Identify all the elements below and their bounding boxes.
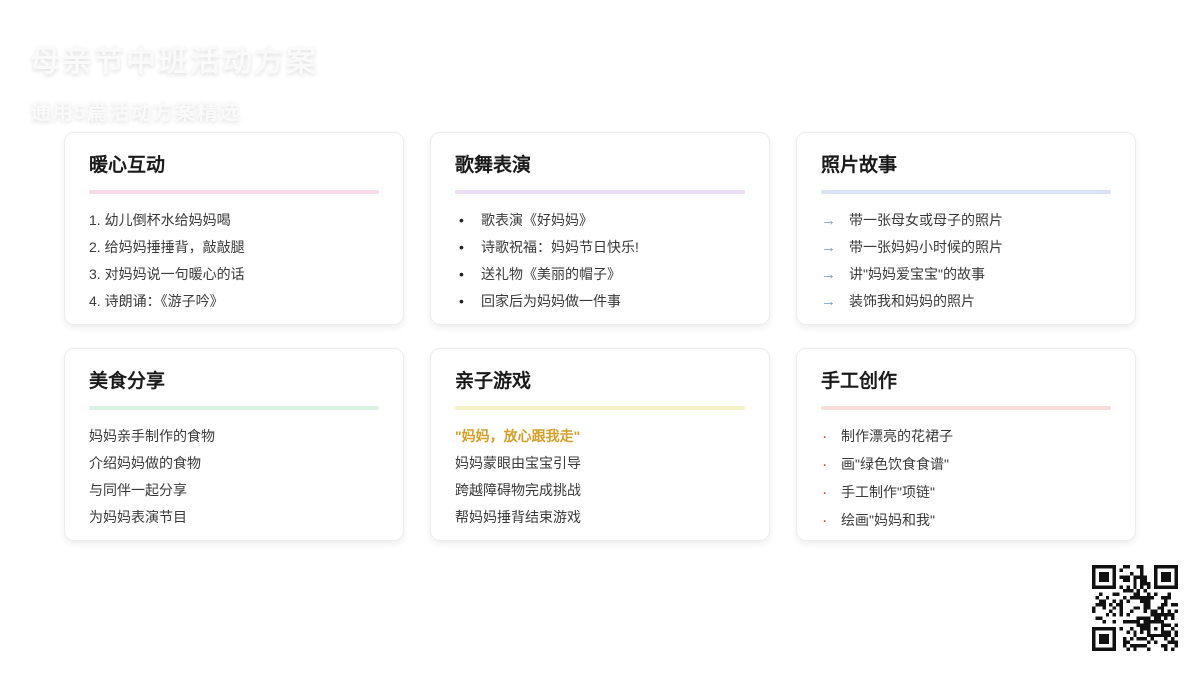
card-item: 妈妈亲手制作的食物 — [89, 423, 379, 450]
bullet-icon: · — [823, 514, 827, 528]
bullet-icon: · — [823, 486, 827, 500]
card-item-text: 画"绿色饮食食谱" — [841, 456, 949, 472]
card-item-text: 绘画"妈妈和我" — [841, 512, 935, 528]
card-item: 3. 对妈妈说一句暖心的话 — [89, 261, 379, 288]
card-item-text: 手工制作"项链" — [841, 484, 935, 500]
arrow-bullet-icon: → — [821, 212, 836, 229]
card-item-text: 跨越障碍物完成挑战 — [455, 482, 581, 498]
card-title: 暖心互动 — [89, 155, 166, 176]
card-item: → 讲"妈妈爱宝宝"的故事 — [821, 261, 1111, 288]
card-item: 介绍妈妈做的食物 — [89, 450, 379, 477]
arrow-bullet-icon: → — [821, 266, 836, 283]
card-accent-divider — [455, 190, 745, 194]
card-item: "妈妈，放心跟我走" — [455, 423, 745, 450]
card-item-text: 讲"妈妈爱宝宝"的故事 — [849, 266, 985, 282]
page-title: 母亲节中班活动方案 — [30, 45, 318, 78]
card-item: 妈妈蒙眼由宝宝引导 — [455, 450, 745, 477]
card-item: 与同伴一起分享 — [89, 477, 379, 504]
card-item-text: 妈妈蒙眼由宝宝引导 — [455, 455, 581, 471]
card-item-text: 带一张母女或母子的照片 — [849, 212, 1003, 228]
card-item-text: 回家后为妈妈做一件事 — [481, 293, 621, 309]
card-item-text: 诗歌祝福：妈妈节日快乐! — [481, 239, 639, 255]
card-item: · 手工制作"项链" — [821, 479, 1111, 507]
card-item: • 歌表演《好妈妈》 — [455, 207, 745, 234]
card-item-text: 带一张妈妈小时候的照片 — [849, 239, 1003, 255]
arrow-bullet-icon: → — [821, 293, 836, 310]
page-subtitle: 通用5篇活动方案精选 — [30, 101, 241, 124]
card-item-text: 为妈妈表演节目 — [89, 509, 187, 525]
card-photo-story: 照片故事 → 带一张母女或母子的照片 → 带一张妈妈小时候的照片 → 讲"妈妈爱宝宝"的故… — [796, 132, 1136, 325]
card-item-text: 歌表演《好妈妈》 — [481, 212, 593, 228]
slide-header: 母亲节中班活动方案 通用5篇活动方案精选 — [30, 36, 318, 126]
bullet-icon: · — [823, 430, 827, 444]
card-item-list: "妈妈，放心跟我走" 妈妈蒙眼由宝宝引导 跨越障碍物完成挑战 帮妈妈捶背结束游戏 — [455, 423, 745, 531]
card-handicraft-creation: 手工创作 · 制作漂亮的花裙子 · 画"绿色饮食食谱" · 手工制作"项链" · 绘画"妈妈和… — [796, 348, 1136, 541]
card-item-text: 送礼物《美丽的帽子》 — [481, 266, 621, 282]
card-item-text: "妈妈，放心跟我走" — [455, 428, 581, 444]
slide-canvas: 母亲节中班活动方案 通用5篇活动方案精选 暖心互动 1. 幼儿倒杯水给妈妈喝 2.… — [0, 0, 1200, 675]
card-accent-divider — [821, 190, 1111, 194]
bullet-icon: • — [459, 239, 464, 255]
bullet-icon: • — [459, 293, 464, 309]
card-accent-divider — [821, 406, 1111, 410]
card-accent-divider — [89, 406, 379, 410]
card-warm-interaction: 暖心互动 1. 幼儿倒杯水给妈妈喝 2. 给妈妈捶捶背，敲敲腿 3. 对妈妈说一句暖… — [64, 132, 404, 325]
card-item: • 送礼物《美丽的帽子》 — [455, 261, 745, 288]
card-item: 2. 给妈妈捶捶背，敲敲腿 — [89, 234, 379, 261]
arrow-bullet-icon: → — [821, 239, 836, 256]
card-item-text: 2. 给妈妈捶捶背，敲敲腿 — [89, 239, 245, 255]
bullet-icon: · — [823, 458, 827, 472]
card-title: 照片故事 — [821, 155, 898, 176]
card-item: · 画"绿色饮食食谱" — [821, 451, 1111, 479]
card-item-list: 1. 幼儿倒杯水给妈妈喝 2. 给妈妈捶捶背，敲敲腿 3. 对妈妈说一句暖心的话 4.… — [89, 207, 379, 315]
card-item: · 制作漂亮的花裙子 — [821, 423, 1111, 451]
card-title: 手工创作 — [821, 371, 898, 392]
card-item: • 回家后为妈妈做一件事 — [455, 288, 745, 315]
qr-code — [1092, 565, 1178, 651]
card-item: → 带一张妈妈小时候的照片 — [821, 234, 1111, 261]
card-title: 亲子游戏 — [455, 371, 532, 392]
card-item-list: · 制作漂亮的花裙子 · 画"绿色饮食食谱" · 手工制作"项链" · 绘画"妈妈和我" — [821, 423, 1111, 535]
card-item: → 带一张母女或母子的照片 — [821, 207, 1111, 234]
card-food-sharing: 美食分享 妈妈亲手制作的食物 介绍妈妈做的食物 与同伴一起分享 为妈妈表演节目 — [64, 348, 404, 541]
card-item-text: 介绍妈妈做的食物 — [89, 455, 201, 471]
card-item: · 绘画"妈妈和我" — [821, 507, 1111, 535]
card-title: 美食分享 — [89, 371, 166, 392]
bullet-icon: • — [459, 266, 464, 282]
card-item-text: 帮妈妈捶背结束游戏 — [455, 509, 581, 525]
card-title: 歌舞表演 — [455, 155, 532, 176]
card-item: 跨越障碍物完成挑战 — [455, 477, 745, 504]
card-item: 帮妈妈捶背结束游戏 — [455, 504, 745, 531]
card-accent-divider — [89, 190, 379, 194]
qr-code-pattern — [1092, 565, 1178, 651]
card-item-text: 与同伴一起分享 — [89, 482, 187, 498]
card-item: → 装饰我和妈妈的照片 — [821, 288, 1111, 315]
card-parent-child-games: 亲子游戏 "妈妈，放心跟我走" 妈妈蒙眼由宝宝引导 跨越障碍物完成挑战 帮妈妈捶背结束… — [430, 348, 770, 541]
cards-grid: 暖心互动 1. 幼儿倒杯水给妈妈喝 2. 给妈妈捶捶背，敲敲腿 3. 对妈妈说一句暖… — [64, 132, 1136, 541]
card-item: 4. 诗朗诵：《游子吟》 — [89, 288, 379, 315]
card-item-text: 4. 诗朗诵：《游子吟》 — [89, 293, 224, 309]
card-item-text: 1. 幼儿倒杯水给妈妈喝 — [89, 212, 231, 228]
card-item: • 诗歌祝福：妈妈节日快乐! — [455, 234, 745, 261]
bullet-icon: • — [459, 212, 464, 228]
card-item-text: 妈妈亲手制作的食物 — [89, 428, 215, 444]
card-item-list: → 带一张母女或母子的照片 → 带一张妈妈小时候的照片 → 讲"妈妈爱宝宝"的故事 → 装饰我… — [821, 207, 1111, 315]
card-song-dance-performance: 歌舞表演 • 歌表演《好妈妈》 • 诗歌祝福：妈妈节日快乐! • 送礼物《美丽的帽子》 • 回… — [430, 132, 770, 325]
card-item-list: 妈妈亲手制作的食物 介绍妈妈做的食物 与同伴一起分享 为妈妈表演节目 — [89, 423, 379, 531]
card-item: 1. 幼儿倒杯水给妈妈喝 — [89, 207, 379, 234]
card-item-text: 3. 对妈妈说一句暖心的话 — [89, 266, 245, 282]
card-accent-divider — [455, 406, 745, 410]
card-item-text: 装饰我和妈妈的照片 — [849, 293, 975, 309]
card-item-text: 制作漂亮的花裙子 — [841, 428, 953, 444]
card-item: 为妈妈表演节目 — [89, 504, 379, 531]
card-item-list: • 歌表演《好妈妈》 • 诗歌祝福：妈妈节日快乐! • 送礼物《美丽的帽子》 • 回家后为妈妈… — [455, 207, 745, 315]
